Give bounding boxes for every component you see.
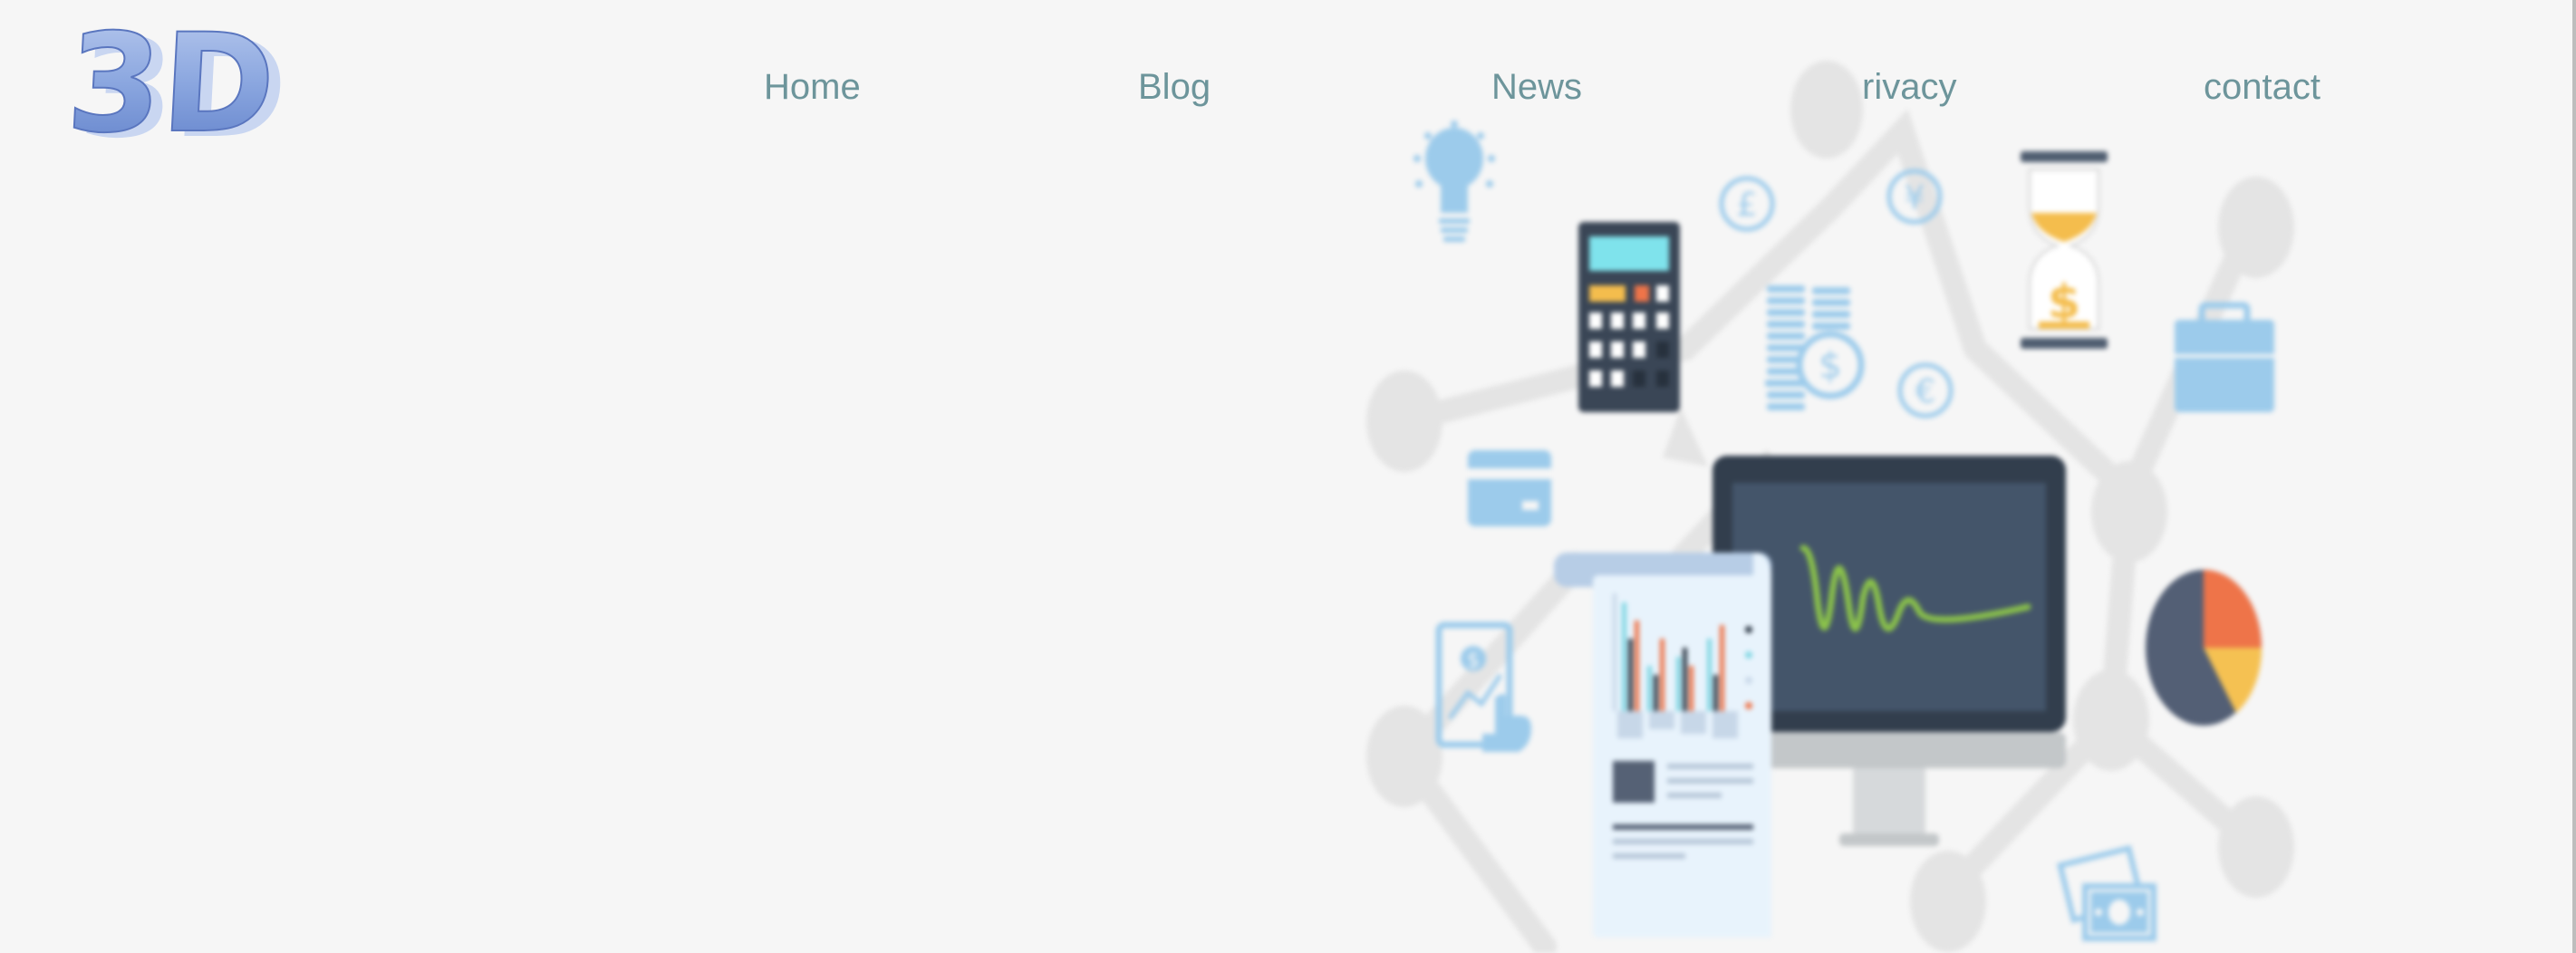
pound-coin-icon: £: [1719, 176, 1775, 232]
nav-blog-link[interactable]: Blog: [1138, 65, 1211, 109]
briefcase-icon: [2175, 302, 2274, 412]
finance-illustration: £ ¥ € $ $ $: [1366, 61, 2294, 953]
light-bulb-icon: [1413, 120, 1495, 242]
cash-money-icon: [2057, 844, 2156, 941]
pound-symbol: £: [1737, 187, 1758, 224]
credit-card-icon: [1468, 450, 1551, 526]
page: 3D 3D Home Blog News rivacy contact £ ¥ …: [0, 0, 2576, 953]
euro-coin-icon: €: [1897, 362, 1954, 419]
hourglass-dollar-symbol: $: [2048, 275, 2080, 330]
hero-illustration: £ ¥ € $ $ $: [1341, 41, 2374, 953]
yen-symbol: ¥: [1905, 179, 1925, 217]
page-right-border: [2572, 0, 2576, 953]
dollar-coin-symbol: $: [1819, 345, 1841, 387]
coin-stack-icon: [1765, 285, 1865, 410]
calculator-icon: [1578, 222, 1680, 412]
tablet-dollar-symbol: $: [1467, 650, 1480, 672]
site-logo[interactable]: 3D 3D: [63, 20, 335, 156]
logo-text: 3D: [63, 20, 279, 156]
arrow-up-icon: [1663, 408, 1708, 467]
euro-symbol: €: [1915, 373, 1936, 410]
pie-chart-icon: [2146, 570, 2262, 726]
nav-home-link[interactable]: Home: [764, 65, 861, 109]
report-document-icon: [1554, 553, 1771, 938]
